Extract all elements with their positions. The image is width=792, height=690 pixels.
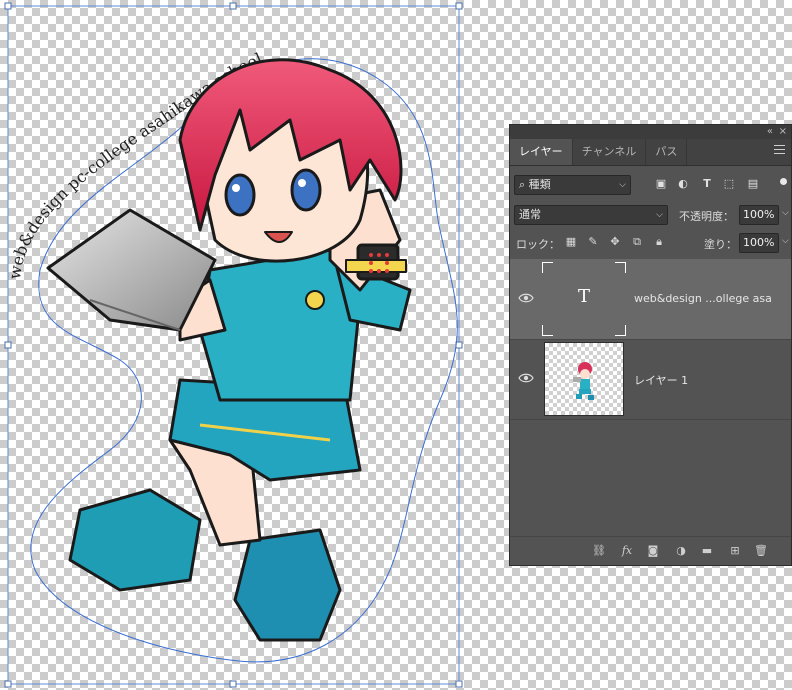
- layers-list: T web&design ...ollege asa レイヤー 1: [510, 259, 791, 420]
- smart-object-filter-icon[interactable]: ▤: [746, 177, 760, 191]
- text-layer-thumbnail: T: [542, 262, 626, 336]
- mask-icon[interactable]: ◙: [646, 544, 660, 558]
- new-layer-icon[interactable]: ⊞: [728, 544, 742, 558]
- layer-row-pixel[interactable]: レイヤー 1: [510, 339, 791, 420]
- opacity-chevron-icon[interactable]: ⌵: [782, 208, 789, 218]
- fx-icon[interactable]: fx: [620, 544, 634, 558]
- panel-tabs: レイヤー チャンネル パス: [510, 139, 791, 166]
- fill-label: 塗り：: [704, 238, 737, 251]
- layer-name[interactable]: レイヤー 1: [634, 372, 688, 388]
- pixel-layer-thumbnail: [544, 342, 624, 416]
- lock-transparent-icon[interactable]: ▦: [564, 235, 578, 249]
- collapse-panel-icon[interactable]: «: [767, 125, 773, 139]
- lock-all-icon[interactable]: 🔒︎: [652, 235, 666, 249]
- filter-toggle-icon[interactable]: [780, 178, 787, 185]
- lock-row: ロック： ▦ ✎ ✥ ⧉ 🔒︎ 塗り： 100% ⌵: [514, 233, 789, 255]
- filter-kind-select[interactable]: ⌕ 種類 ⌵: [514, 175, 631, 195]
- trash-icon[interactable]: 🗑︎: [754, 544, 768, 558]
- chevron-down-icon: ⌵: [619, 180, 626, 190]
- tab-layers[interactable]: レイヤー: [510, 139, 573, 165]
- tab-paths[interactable]: パス: [646, 139, 688, 165]
- shape-filter-icon[interactable]: ⬚: [722, 177, 736, 191]
- layer-row-text[interactable]: T web&design ...ollege asa: [510, 259, 791, 340]
- fill-field[interactable]: 100%: [739, 233, 779, 253]
- lock-label: ロック：: [516, 238, 560, 251]
- folder-icon[interactable]: ▬: [700, 544, 714, 558]
- panel-footer: ⛓ fx ◙ ◑ ▬ ⊞ 🗑︎: [510, 536, 791, 565]
- eye-icon[interactable]: [518, 291, 534, 305]
- blend-row: 通常 ⌵ 不透明度： 100% ⌵: [514, 205, 789, 227]
- lock-brush-icon[interactable]: ✎: [586, 235, 600, 249]
- adjustment-icon[interactable]: ◑: [674, 544, 688, 558]
- panel-menu-icon[interactable]: [774, 145, 785, 157]
- chevron-down-icon: ⌵: [656, 210, 663, 220]
- opacity-label: 不透明度：: [679, 210, 734, 223]
- pixel-filter-icon[interactable]: ▣: [654, 177, 668, 191]
- type-layer-icon: T: [577, 286, 590, 307]
- adjustment-filter-icon[interactable]: ◐: [676, 177, 690, 191]
- panel-close-icon[interactable]: ×: [779, 125, 787, 139]
- blend-mode-value: 通常: [519, 208, 541, 221]
- panel-title-bar[interactable]: « ×: [510, 125, 791, 139]
- search-icon: ⌕: [519, 178, 526, 191]
- lock-move-icon[interactable]: ✥: [608, 235, 622, 249]
- opacity-field[interactable]: 100%: [739, 205, 779, 225]
- link-icon[interactable]: ⛓: [592, 544, 606, 558]
- layers-panel: « × レイヤー チャンネル パス ⌕ 種類 ⌵ ▣ ◐ T ⬚ ▤ 通常 ⌵ …: [509, 124, 792, 566]
- tab-channels[interactable]: チャンネル: [573, 139, 647, 165]
- eye-icon[interactable]: [518, 371, 534, 385]
- character-thumbnail-image: [573, 362, 594, 400]
- type-filter-icon[interactable]: T: [700, 177, 714, 191]
- lock-artboard-icon[interactable]: ⧉: [630, 235, 644, 249]
- layer-filter-row: ⌕ 種類 ⌵ ▣ ◐ T ⬚ ▤: [514, 175, 787, 197]
- fill-chevron-icon[interactable]: ⌵: [782, 236, 789, 246]
- blend-mode-select[interactable]: 通常 ⌵: [514, 205, 668, 225]
- layer-name[interactable]: web&design ...ollege asa: [634, 292, 772, 305]
- filter-kind-label: 種類: [528, 178, 551, 191]
